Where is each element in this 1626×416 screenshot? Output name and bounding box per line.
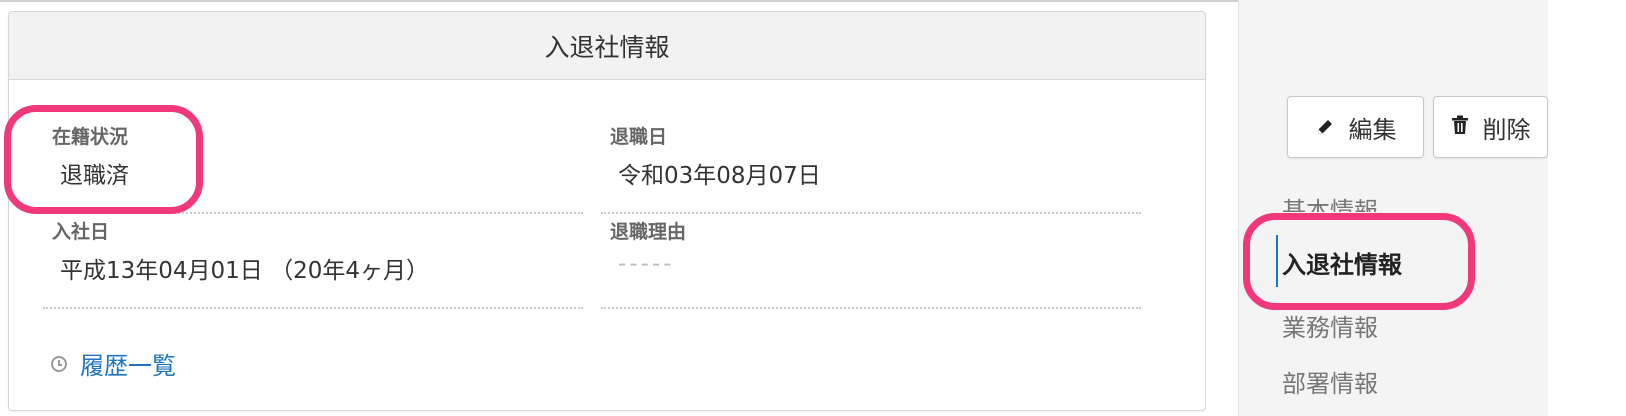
- history-link-label: 履歴一覧: [80, 352, 176, 380]
- retirement-date-label: 退職日: [610, 126, 668, 148]
- pencil-icon: [1315, 117, 1335, 137]
- hire-date-field: 入社日 平成13年04月01日 （20年4ヶ月）: [43, 217, 583, 309]
- retirement-date-field: 退職日 令和03年08月07日: [601, 122, 1141, 214]
- delete-button[interactable]: 削除: [1433, 96, 1548, 158]
- clock-icon: [51, 355, 67, 372]
- enrollment-status-value: 退職済: [60, 163, 129, 189]
- retirement-date-value: 令和03年08月07日: [618, 163, 821, 189]
- nav-active-indicator: [1276, 235, 1278, 287]
- retirement-reason-label: 退職理由: [610, 221, 687, 243]
- panel-title: 入退社情報: [544, 32, 670, 62]
- employment-info-panel: 入退社情報 在籍状況 退職済 退職日 令和03年08月07日 入社日 平成13年…: [8, 11, 1206, 411]
- edit-button[interactable]: 編集: [1287, 96, 1424, 158]
- trash-icon: [1451, 115, 1469, 140]
- enrollment-status-field: 在籍状況 退職済: [43, 122, 583, 214]
- panel-header: 入退社情報: [9, 12, 1205, 80]
- nav-item-work-info[interactable]: 業務情報: [1282, 308, 1378, 343]
- retirement-reason-field: 退職理由 -----: [601, 217, 1141, 309]
- edit-button-label: 編集: [1348, 115, 1397, 144]
- nav-item-employment-info[interactable]: 入退社情報: [1282, 245, 1402, 280]
- hire-date-label: 入社日: [52, 221, 110, 243]
- right-margin: [1548, 0, 1626, 416]
- nav-item-department-info[interactable]: 部署情報: [1282, 364, 1378, 399]
- hire-date-value: 平成13年04月01日 （20年4ヶ月）: [60, 258, 430, 284]
- retirement-reason-value: -----: [618, 251, 675, 277]
- delete-button-label: 削除: [1482, 115, 1531, 144]
- history-link[interactable]: 履歴一覧: [51, 346, 176, 381]
- page: 入退社情報 在籍状況 退職済 退職日 令和03年08月07日 入社日 平成13年…: [0, 0, 1626, 416]
- enrollment-status-label: 在籍状況: [52, 126, 129, 148]
